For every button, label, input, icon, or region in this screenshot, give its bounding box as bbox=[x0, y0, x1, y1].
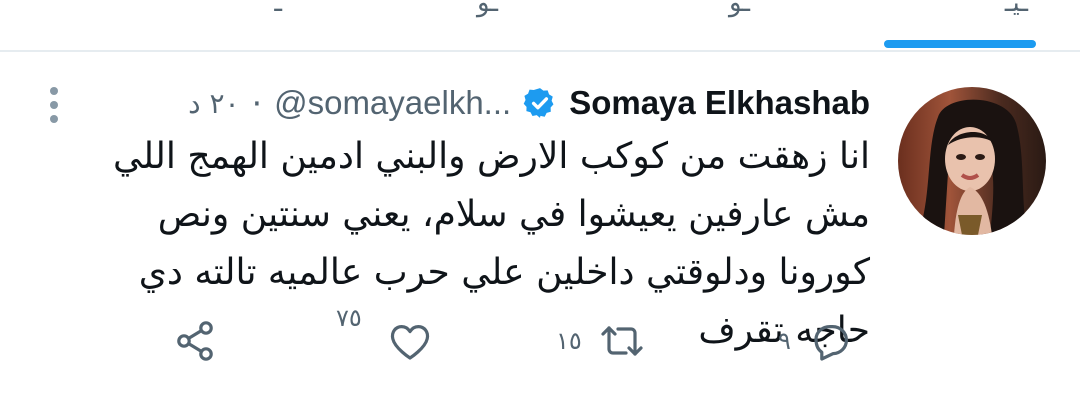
heart-icon[interactable] bbox=[386, 317, 434, 365]
tab-label-cut[interactable]: ـيـ bbox=[1005, 0, 1028, 18]
share-icon[interactable] bbox=[172, 317, 220, 365]
verified-badge-icon bbox=[523, 86, 557, 120]
tweet[interactable]: Somaya Elkhashab @somayaelkh... · ٢٠ د ا… bbox=[0, 52, 1080, 396]
tab-bar: ـيـ ـو ـو ـ bbox=[0, 0, 1080, 50]
retweet-icon[interactable] bbox=[598, 317, 646, 365]
tweet-actions: ٩ ١٥ ٧٥ bbox=[0, 304, 1080, 380]
avatar[interactable] bbox=[898, 87, 1046, 235]
like-button[interactable] bbox=[386, 317, 434, 365]
like-count: ٧٥ bbox=[336, 304, 362, 332]
display-name[interactable]: Somaya Elkhashab bbox=[569, 84, 870, 122]
separator-dot: · bbox=[251, 83, 263, 123]
reply-count: ٩ bbox=[778, 327, 791, 355]
tweet-header: Somaya Elkhashab @somayaelkh... · ٢٠ د bbox=[188, 78, 870, 128]
vertical-dots-icon[interactable] bbox=[44, 85, 64, 125]
reply-icon[interactable] bbox=[807, 317, 855, 365]
tweet-time[interactable]: ٢٠ د bbox=[188, 87, 239, 120]
tab-label-cut[interactable]: ـو bbox=[729, 0, 750, 18]
retweet-count: ١٥ bbox=[556, 327, 582, 355]
tab-label-cut[interactable]: ـو bbox=[477, 0, 498, 18]
share-button[interactable] bbox=[172, 317, 220, 365]
user-handle[interactable]: @somayaelkh... bbox=[274, 84, 511, 122]
tweet-screen: ـيـ ـو ـو ـ Somaya Elkhashab @somayaelkh… bbox=[0, 0, 1080, 396]
active-tab-indicator bbox=[884, 40, 1036, 48]
tab-label-cut[interactable]: ـ bbox=[274, 0, 282, 18]
retweet-button[interactable]: ١٥ bbox=[556, 317, 646, 365]
reply-button[interactable]: ٩ bbox=[778, 317, 855, 365]
